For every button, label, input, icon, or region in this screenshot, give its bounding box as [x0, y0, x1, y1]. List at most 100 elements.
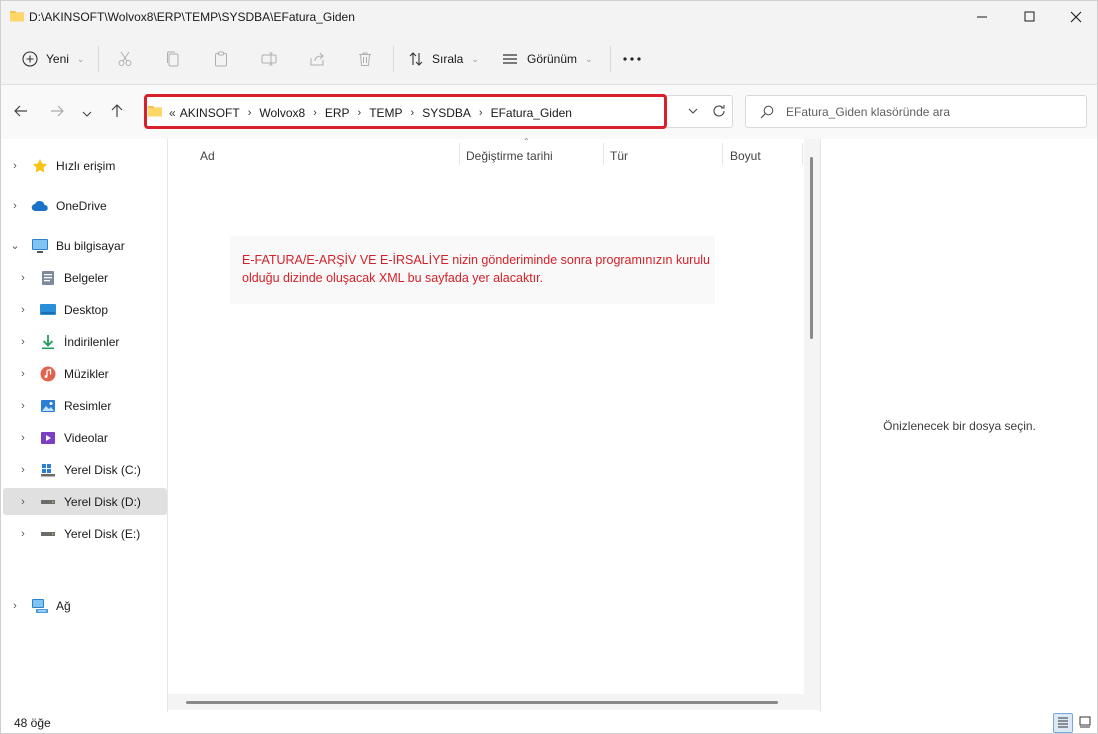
chevron-right-icon[interactable]: ›	[16, 336, 30, 348]
breadcrumb-overflow[interactable]: «	[169, 106, 176, 120]
chevron-right-icon[interactable]: ›	[16, 528, 30, 540]
horizontal-scrollbar[interactable]	[168, 694, 820, 710]
chevron-right-icon[interactable]: ›	[16, 368, 30, 380]
nav-item-network[interactable]: › Ağ	[3, 592, 167, 619]
close-button[interactable]	[1053, 1, 1098, 33]
refresh-icon[interactable]	[712, 104, 726, 121]
chevron-right-icon[interactable]: ›	[8, 600, 22, 612]
chevron-down-icon[interactable]: ⌄	[8, 239, 22, 252]
nav-item-documents[interactable]: › Belgeler	[3, 264, 167, 291]
chevron-right-icon[interactable]: ›	[16, 304, 30, 316]
rename-button[interactable]	[260, 44, 278, 74]
view-button[interactable]: Görünüm ⌄	[501, 44, 593, 74]
info-notice: E-FATURA/E-ARŞİV VE E-İRSALİYE nizin gön…	[230, 236, 715, 304]
breadcrumb-item[interactable]: ERP	[321, 106, 354, 120]
nav-item-drive-e[interactable]: › Yerel Disk (E:)	[3, 520, 167, 547]
chevron-right-icon[interactable]: ›	[8, 200, 22, 212]
recent-locations-button[interactable]	[75, 101, 99, 123]
chevron-right-icon[interactable]: ›	[244, 107, 256, 119]
column-header-date[interactable]: Değiştirme tarihi	[466, 143, 553, 169]
nav-item-downloads[interactable]: › İndirilenler	[3, 328, 167, 355]
file-list: ⌃ Ad Değiştirme tarihi Tür Boyut E-FATUR…	[168, 137, 804, 712]
chevron-right-icon[interactable]: ›	[16, 272, 30, 284]
chevron-down-icon: ⌄	[585, 53, 593, 64]
column-header-type[interactable]: Tür	[610, 143, 628, 169]
chevron-down-icon: ⌄	[471, 53, 479, 64]
copy-button[interactable]	[164, 44, 182, 74]
column-divider[interactable]	[459, 143, 460, 165]
windows-drive-icon	[38, 461, 58, 479]
breadcrumb-item[interactable]: TEMP	[365, 106, 406, 120]
notice-text: E-FATURA/E-ARŞİV VE E-İRSALİYE nizin gön…	[242, 253, 711, 285]
chevron-right-icon[interactable]: ›	[407, 107, 419, 119]
nav-item-videos[interactable]: › Videolar	[3, 424, 167, 451]
vertical-scrollbar[interactable]	[804, 139, 820, 694]
sort-icon	[407, 50, 425, 68]
large-icons-view-icon	[1079, 716, 1091, 731]
column-divider[interactable]	[722, 143, 723, 165]
share-button[interactable]	[308, 44, 326, 74]
nav-item-quick-access[interactable]: › Hızlı erişim	[3, 152, 167, 179]
address-tools	[688, 104, 726, 121]
search-input[interactable]	[786, 103, 1076, 121]
breadcrumb-item[interactable]: AKINSOFT	[176, 106, 244, 120]
paste-button[interactable]	[212, 44, 230, 74]
nav-item-label: Yerel Disk (D:)	[64, 494, 141, 509]
nav-item-drive-d[interactable]: › Yerel Disk (D:)	[3, 488, 167, 515]
delete-button[interactable]	[356, 44, 374, 74]
nav-item-onedrive[interactable]: › OneDrive	[3, 192, 167, 219]
computer-icon	[30, 237, 50, 255]
preview-message: Önizlenecek bir dosya seçin.	[883, 419, 1036, 433]
search-box[interactable]	[745, 95, 1087, 128]
column-header-name[interactable]: Ad	[200, 143, 215, 169]
pictures-icon	[38, 397, 58, 415]
nav-item-desktop[interactable]: › Desktop	[3, 296, 167, 323]
maximize-button[interactable]	[1007, 1, 1053, 33]
toolbar-divider	[393, 46, 394, 72]
chevron-right-icon[interactable]: ›	[16, 400, 30, 412]
scrollbar-thumb[interactable]	[810, 157, 813, 339]
column-divider[interactable]	[802, 143, 803, 165]
breadcrumb-item[interactable]: Wolvox8	[255, 106, 309, 120]
new-button[interactable]: Yeni ⌄	[21, 44, 84, 74]
minimize-button[interactable]	[959, 1, 1005, 33]
details-view-button[interactable]	[1053, 713, 1073, 733]
chevron-right-icon[interactable]: ›	[16, 496, 30, 508]
up-button[interactable]	[105, 101, 129, 123]
copy-icon	[164, 50, 182, 68]
arrow-left-icon	[14, 104, 28, 120]
chevron-right-icon[interactable]: ›	[309, 107, 321, 119]
nav-item-pictures[interactable]: › Resimler	[3, 392, 167, 419]
nav-item-drive-c[interactable]: › Yerel Disk (C:)	[3, 456, 167, 483]
preview-view-button[interactable]	[1075, 713, 1095, 733]
breadcrumb: « AKINSOFT › Wolvox8 › ERP › TEMP › SYSD…	[147, 104, 576, 121]
more-icon	[623, 50, 641, 68]
more-options-button[interactable]	[623, 44, 641, 74]
column-header-size[interactable]: Boyut	[730, 143, 761, 169]
chevron-right-icon[interactable]: ›	[8, 160, 22, 172]
chevron-right-icon[interactable]: ›	[354, 107, 366, 119]
chevron-right-icon[interactable]: ›	[16, 432, 30, 444]
nav-item-this-pc[interactable]: ⌄ Bu bilgisayar	[3, 232, 167, 259]
breadcrumb-item[interactable]: SYSDBA	[418, 106, 475, 120]
nav-item-music[interactable]: › Müzikler	[3, 360, 167, 387]
forward-button[interactable]	[45, 101, 69, 123]
music-icon	[38, 365, 58, 383]
chevron-right-icon[interactable]: ›	[16, 464, 30, 476]
scrollbar-thumb[interactable]	[186, 701, 778, 704]
address-bar[interactable]: « AKINSOFT › Wolvox8 › ERP › TEMP › SYSD…	[144, 95, 733, 128]
nav-item-label: Belgeler	[64, 270, 109, 285]
sort-label: Sırala	[432, 52, 464, 66]
address-history-button[interactable]	[688, 104, 698, 121]
command-bar: Yeni ⌄ Sırala ⌄ Görünüm ⌄	[0, 32, 1098, 85]
back-button[interactable]	[9, 101, 33, 123]
chevron-right-icon[interactable]: ›	[475, 107, 487, 119]
cut-button[interactable]	[116, 44, 134, 74]
plus-circle-icon	[21, 50, 39, 68]
nav-item-label: Desktop	[64, 302, 109, 317]
folder-icon	[9, 9, 25, 26]
rename-icon	[260, 50, 278, 68]
breadcrumb-item-current[interactable]: EFatura_Giden	[487, 106, 576, 120]
sort-button[interactable]: Sırala ⌄	[407, 44, 479, 74]
column-divider[interactable]	[603, 143, 604, 165]
